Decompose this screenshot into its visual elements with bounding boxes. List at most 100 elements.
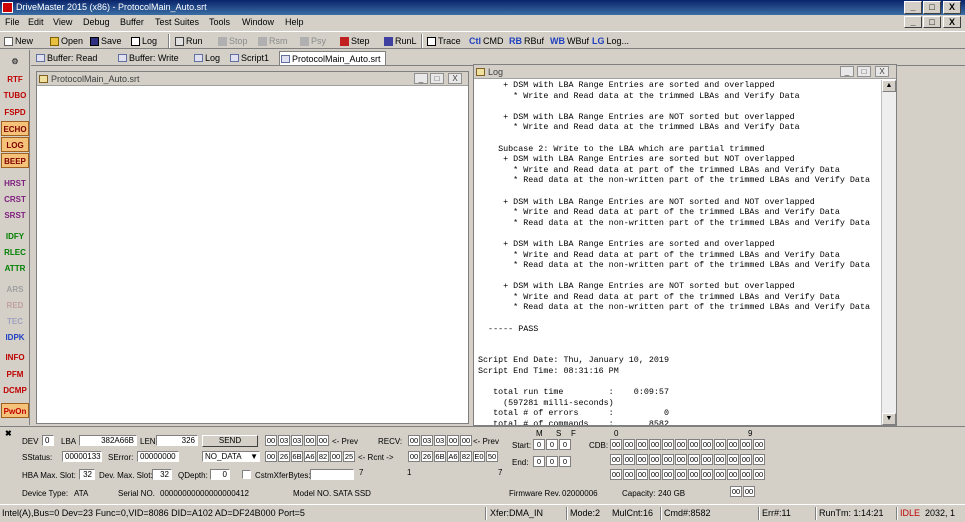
- start-cell[interactable]: 0: [559, 439, 571, 450]
- sstatus-field[interactable]: 00000133: [62, 451, 102, 462]
- menu-view[interactable]: View: [53, 17, 72, 27]
- side-btn-attr[interactable]: ATTR: [1, 261, 29, 276]
- side-btn-pfm[interactable]: PFM: [1, 367, 29, 382]
- cdb-cell[interactable]: 00: [688, 469, 700, 480]
- log-button[interactable]: Log: [131, 34, 157, 48]
- log-view-button[interactable]: LG Log...: [592, 34, 629, 48]
- cdb-cell[interactable]: 00: [701, 439, 713, 450]
- cdb-cell[interactable]: 00: [714, 469, 726, 480]
- cdb-cell[interactable]: 00: [649, 469, 661, 480]
- maximize-button[interactable]: □: [923, 1, 941, 14]
- tab-buffer-read[interactable]: Buffer: Read: [35, 51, 97, 65]
- menu-test-suites[interactable]: Test Suites: [155, 17, 199, 27]
- cdb-cell[interactable]: 00: [675, 439, 687, 450]
- start-cell[interactable]: 0: [533, 439, 545, 450]
- side-btn-fspd[interactable]: FSPD: [1, 105, 29, 120]
- hex2-cell[interactable]: 00: [330, 451, 342, 462]
- cdb-cell[interactable]: 00: [662, 439, 674, 450]
- cmd-button[interactable]: Ctl CMD: [469, 34, 504, 48]
- cdb-cell[interactable]: 00: [727, 469, 739, 480]
- hex3-cell[interactable]: E0: [473, 451, 485, 462]
- hex2-cell[interactable]: A6: [304, 451, 316, 462]
- cdb-cell[interactable]: 00: [610, 454, 622, 465]
- close-button[interactable]: X: [943, 1, 961, 14]
- recv-hex-cell[interactable]: 03: [421, 435, 433, 446]
- cstm-xfer-field[interactable]: [310, 469, 354, 480]
- side-btn-log[interactable]: LOG: [1, 137, 29, 152]
- log-maximize-button[interactable]: □: [857, 66, 871, 77]
- menu-window[interactable]: Window: [242, 17, 274, 27]
- rbuf-button[interactable]: RB RBuf: [509, 34, 544, 48]
- cdb-cell[interactable]: 00: [623, 439, 635, 450]
- cdb-cell[interactable]: 00: [727, 454, 739, 465]
- editor-minimize-button[interactable]: _: [414, 73, 428, 84]
- trace-button[interactable]: Trace: [427, 34, 461, 48]
- cdb-cell[interactable]: 00: [636, 454, 648, 465]
- panel-close-icon[interactable]: ✖: [5, 429, 12, 438]
- hex3-cell[interactable]: 50: [486, 451, 498, 462]
- cdb-cell[interactable]: 00: [675, 454, 687, 465]
- data-mode-select[interactable]: NO_DATA ▼: [202, 451, 260, 462]
- cdb-cell[interactable]: 00: [623, 469, 635, 480]
- step-button[interactable]: Step: [340, 34, 370, 48]
- cmd-hex-cell[interactable]: 03: [291, 435, 303, 446]
- resume-button[interactable]: Rsm: [258, 34, 288, 48]
- pause-button[interactable]: Psy: [300, 34, 326, 48]
- hex3-cell[interactable]: 6B: [434, 451, 446, 462]
- cmd-hex-cell[interactable]: 00: [317, 435, 329, 446]
- runl-button[interactable]: RunL: [384, 34, 417, 48]
- side-btn-dcmp[interactable]: DCMP: [1, 383, 29, 398]
- mdi-minimize-button[interactable]: _: [904, 16, 922, 28]
- dev-field[interactable]: 0: [42, 435, 54, 446]
- cmd-hex-cell[interactable]: 00: [265, 435, 277, 446]
- recv-hex-cell[interactable]: 03: [434, 435, 446, 446]
- cdb-cell[interactable]: 00: [610, 469, 622, 480]
- open-button[interactable]: Open: [50, 34, 83, 48]
- side-btn-ars[interactable]: ARS: [1, 282, 29, 297]
- menu-edit[interactable]: Edit: [28, 17, 44, 27]
- mdi-restore-button[interactable]: □: [923, 16, 941, 28]
- cdb-cell[interactable]: 00: [623, 454, 635, 465]
- serror-field[interactable]: 00000000: [137, 451, 179, 462]
- hex2-cell[interactable]: 26: [278, 451, 290, 462]
- side-btn-tubo[interactable]: TUBO: [1, 88, 29, 103]
- side-btn-tec[interactable]: TEC: [1, 314, 29, 329]
- cmd-hex-cell[interactable]: 00: [304, 435, 316, 446]
- side-btn-idpk[interactable]: IDPK: [1, 330, 29, 345]
- qdepth-field[interactable]: 0: [210, 469, 230, 480]
- editor-maximize-button[interactable]: □: [430, 73, 444, 84]
- cdb-cell[interactable]: 00: [740, 469, 752, 480]
- cdb-cell[interactable]: 00: [610, 439, 622, 450]
- len-field[interactable]: 326: [156, 435, 198, 446]
- cstm-xfer-checkbox[interactable]: [242, 470, 251, 479]
- side-btn-beep[interactable]: BEEP: [1, 153, 29, 168]
- cdb-cell[interactable]: 00: [675, 469, 687, 480]
- cdb-cell[interactable]: 00: [688, 439, 700, 450]
- hex2-cell[interactable]: 00: [265, 451, 277, 462]
- cdb-cell[interactable]: 00: [714, 439, 726, 450]
- hex2-cell[interactable]: 25: [343, 451, 355, 462]
- minimize-button[interactable]: _: [904, 1, 922, 14]
- cdb-cell[interactable]: 00: [688, 454, 700, 465]
- mdi-close-button[interactable]: X: [943, 16, 961, 28]
- hex3-cell[interactable]: 26: [421, 451, 433, 462]
- cdb-cell[interactable]: 00: [740, 454, 752, 465]
- hex3-cell[interactable]: A6: [447, 451, 459, 462]
- cdb-cell[interactable]: 00: [662, 469, 674, 480]
- cdb-cell[interactable]: 00: [636, 439, 648, 450]
- side-btn-pwon[interactable]: PwOn: [1, 403, 29, 418]
- recv-hex-cell[interactable]: 00: [460, 435, 472, 446]
- devmax-field[interactable]: 32: [152, 469, 172, 480]
- editor-text-area[interactable]: [39, 88, 466, 422]
- save-button[interactable]: Save: [90, 34, 122, 48]
- cdb-cell[interactable]: 00: [649, 454, 661, 465]
- menu-buffer[interactable]: Buffer: [120, 17, 144, 27]
- editor-close-button[interactable]: X: [448, 73, 462, 84]
- cmd-hex-cell[interactable]: 03: [278, 435, 290, 446]
- new-button[interactable]: New: [4, 34, 33, 48]
- side-btn-rlec[interactable]: RLEC: [1, 245, 29, 260]
- tab-script1[interactable]: Script1: [229, 51, 269, 65]
- cdb-cell[interactable]: 00: [753, 469, 765, 480]
- side-btn-info[interactable]: INFO: [1, 350, 29, 365]
- log-close-button[interactable]: X: [875, 66, 889, 77]
